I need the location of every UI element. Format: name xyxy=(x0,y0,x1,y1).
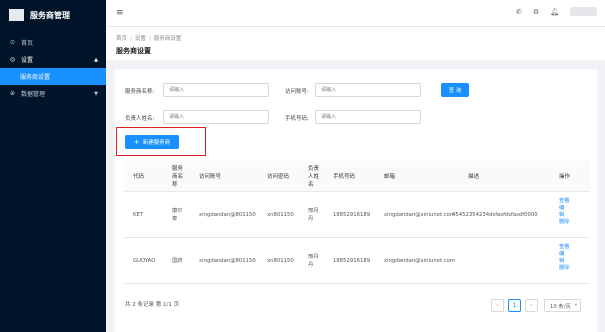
cell-code: KET xyxy=(133,212,144,218)
cell-name: 康尔泰 xyxy=(172,208,183,222)
data-icon: ⊕ xyxy=(9,90,16,97)
phone-label: 手机号码: xyxy=(285,116,309,122)
account-label: 访问账号: xyxy=(285,89,309,95)
cell-contact: 邢丹丹 xyxy=(308,254,319,268)
breadcrumb-settings[interactable]: 设置 xyxy=(135,36,146,42)
cell-account: xingdandan@801150 xyxy=(199,258,256,264)
col-operations: 操作 xyxy=(559,174,571,180)
col-description: 描述 xyxy=(468,174,480,180)
phone-input[interactable] xyxy=(315,110,421,124)
sidebar-item-label: 设置 xyxy=(21,57,34,64)
app-logo: 服务商管理 xyxy=(0,0,106,30)
breadcrumb: 首页 / 设置 / 服务商设置 xyxy=(116,34,181,42)
page-1-button[interactable]: 1 xyxy=(508,299,521,312)
prev-page-button[interactable]: ‹ xyxy=(491,299,504,312)
sidebar-item-provider-settings[interactable]: 服务商设置 xyxy=(0,68,106,85)
cell-password: xn801150 xyxy=(267,258,294,264)
breadcrumb-current: 服务商设置 xyxy=(153,36,182,42)
sidebar-item-data-management[interactable]: ⊕ 数据管理 ▼ xyxy=(0,85,106,102)
breadcrumb-home[interactable]: 首页 xyxy=(116,36,127,42)
col-account: 访问账号 xyxy=(199,174,222,180)
chevron-up-icon: ▲ xyxy=(94,56,98,63)
sidebar-item-settings[interactable]: ◎ 设置 ▲ xyxy=(0,51,106,68)
breadcrumb-separator: / xyxy=(130,36,132,42)
cell-email: xingdandan@xiniunet.com xyxy=(384,258,456,264)
cell-phone: 18852916189 xyxy=(333,258,371,264)
sidebar-item-label: 数据管理 xyxy=(21,91,46,98)
page-header: 首页 / 设置 / 服务商设置 服务商设置 xyxy=(106,27,605,60)
table-row: KET 康尔泰 xingdandan@801150 xn801150 邢丹丹 1… xyxy=(124,192,590,238)
cell-phone: 18852916189 xyxy=(333,212,371,218)
menu-toggle-icon[interactable]: ≡ xyxy=(116,8,124,18)
settings-submenu: 服务商设置 xyxy=(0,68,106,85)
sidebar: 服务商管理 ⊙ 首页 ◎ 设置 ▲ 服务商设置 ⊕ 数据管理 ▼ xyxy=(0,0,106,332)
page-title: 服务商设置 xyxy=(116,47,151,55)
sidebar-item-label: 首页 xyxy=(21,40,34,47)
view-link[interactable]: 查看 xyxy=(559,244,570,251)
col-contact: 负责 人姓名 xyxy=(308,166,320,188)
page-size-select[interactable]: 10 条/页 ▾ xyxy=(544,299,581,312)
breadcrumb-separator: / xyxy=(148,36,151,42)
col-email: 邮箱 xyxy=(384,174,396,180)
bell-icon[interactable]: 🔔︎ xyxy=(550,8,559,16)
top-bar: ≡ ✆ ⚙ 🔔︎ xyxy=(106,0,605,27)
search-button[interactable]: 查 询 xyxy=(441,83,469,97)
highlight-annotation xyxy=(116,127,206,156)
next-page-button[interactable]: › xyxy=(525,299,538,312)
pagination-summary: 共 2 条记录 第 1/1 页 xyxy=(125,302,180,308)
edit-link[interactable]: 编辑 xyxy=(559,205,570,219)
col-name: 服务 商名称 xyxy=(172,166,184,188)
user-avatar[interactable] xyxy=(570,7,597,16)
chevron-down-icon: ▾ xyxy=(574,303,577,308)
cell-description: 45452354234dsfasfdsfasdf0000 xyxy=(452,212,538,218)
delete-link[interactable]: 删除 xyxy=(559,265,570,272)
phone-icon[interactable]: ✆ xyxy=(516,8,522,16)
col-code: 代码 xyxy=(133,174,145,180)
top-bar-actions: ✆ ⚙ 🔔︎ xyxy=(516,7,597,16)
provider-name-label: 服务商名称: xyxy=(125,89,155,95)
cell-code: GUOYAO xyxy=(133,258,156,264)
delete-link[interactable]: 删除 xyxy=(559,219,570,226)
edit-link[interactable]: 编辑 xyxy=(559,251,570,265)
logo-mark xyxy=(9,9,24,21)
cell-operations: 查看 编辑 删除 xyxy=(559,244,570,272)
contact-name-input[interactable] xyxy=(163,110,269,124)
provider-name-input[interactable] xyxy=(163,83,269,97)
main-content: 服务商名称: 访问账号: 查 询 负责人姓名: 手机号码: + 新建服务商 代码… xyxy=(115,69,597,332)
view-link[interactable]: 查看 xyxy=(559,198,570,205)
cell-contact: 邢丹丹 xyxy=(308,208,319,222)
contact-name-label: 负责人姓名: xyxy=(125,116,155,122)
app-title: 服务商管理 xyxy=(30,10,70,20)
cell-email: xingdandan@xiniunet.com xyxy=(384,212,456,218)
sidebar-item-home[interactable]: ⊙ 首页 xyxy=(0,34,106,51)
cell-account: xingdandan@801150 xyxy=(199,212,256,218)
settings-icon: ◎ xyxy=(9,56,16,63)
cell-password: xn801150 xyxy=(267,212,294,218)
page-size-value: 10 条/页 xyxy=(550,303,571,310)
home-icon: ⊙ xyxy=(9,39,16,46)
cell-name: 国药 xyxy=(172,258,183,264)
cell-operations: 查看 编辑 删除 xyxy=(559,198,570,226)
col-phone: 手机号码 xyxy=(333,174,356,180)
col-password: 访问密码 xyxy=(267,174,290,180)
table-header: 代码 服务 商名称 访问账号 访问密码 负责 人姓名 手机号码 邮箱 描述 操作 xyxy=(124,161,590,192)
settings-icon[interactable]: ⚙ xyxy=(533,8,539,16)
table-row: GUOYAO 国药 xingdandan@801150 xn801150 邢丹丹… xyxy=(124,238,590,284)
chevron-down-icon: ▼ xyxy=(94,90,98,97)
provider-table: 代码 服务 商名称 访问账号 访问密码 负责 人姓名 手机号码 邮箱 描述 操作 K… xyxy=(124,161,590,284)
account-input[interactable] xyxy=(315,83,421,97)
